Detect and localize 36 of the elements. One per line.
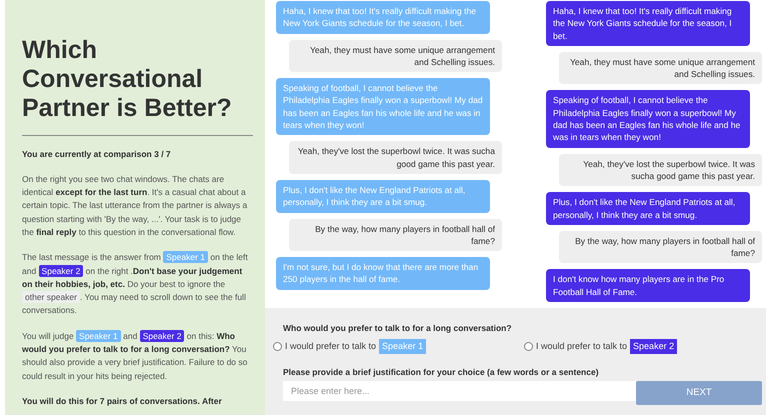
speaker-tag: Speaker 1 [76, 330, 121, 342]
page-title: Which Conversational Partner is Better? [22, 36, 233, 123]
instruction-paragraph: You will judge Speaker 1 and Speaker 2 on this: Who would you prefer to talk to for a long conversation? You should also provide a very brief justification. Failure to do so could result in your hits being rejected. [22, 330, 248, 383]
partner-message: By the way, how many players in football hall of fame? [289, 218, 502, 252]
speaker-tag: Speaker 2 [140, 330, 184, 342]
instruction-paragraph: The last message is the answer from Speaker 1 on the left and Speaker 2 on the right .Don't base your judgement on their hobbies, job, etc. Do your best to ignore the other speaker . You may need to scroll down to see the full conversations. [22, 251, 249, 318]
speaker-tag: Speaker 1 [379, 338, 426, 354]
choice-radio[interactable]: I would prefer to talk to Speaker 1 [273, 338, 524, 354]
speaker-message: Haha, I knew that too! It's really difficult making the New York Giants schedule for the season, I bet. [276, 1, 490, 34]
instruction-paragraph: On the right you see two chat windows. The chats are identical except for the last turn. It's a casual chat about a certain topic. The last utterance from the partner is always a question starting with 'By the way, ...'. Your task is to judge the final reply to this question in the conversational flow. [22, 172, 248, 239]
speaker-tag: Speaker 2 [38, 264, 84, 277]
choice-text: I would prefer to talk to [536, 340, 628, 353]
speaker-message: I don't know how many players are in the Pro Football Hall of Fame. [546, 269, 750, 302]
justification-label: Please provide a brief justification for your choice (a few words or a sentence) [283, 366, 600, 380]
choice-radio[interactable]: I would prefer to talk to Speaker 2 [524, 338, 766, 354]
partner-message: Yeah, they've lost the superbowl twice. It was sucha good game this past year. [289, 141, 502, 174]
partner-message: Yeah, they must have some unique arrangement and Schelling issues. [559, 52, 762, 84]
question-label: Who would you prefer to talk to for a long conversation? [283, 322, 513, 335]
speaker-message: Haha, I knew that too! It's really difficult making the New York Giants schedule for the season, I bet. [546, 1, 750, 46]
speaker-message: Speaking of football, I cannot believe the Philadelphia Eagles finally won a superbowl! My dad has been an Eagles fan his whole life and he was in tears when they won! [546, 90, 750, 148]
partner-message: Yeah, they must have some unique arrangement and Schelling issues. [289, 40, 502, 72]
choice-text: I would prefer to talk to [285, 340, 376, 353]
speaker-tag: Speaker 1 [163, 251, 208, 264]
progress-text: You are currently at comparison 3 / 7 [22, 148, 172, 161]
speaker-message: Speaking of football, I cannot believe the Philadelphia Eagles finally won a superbowl! My dad has been an Eagles fan his whole life and he was in tears when they won! [276, 78, 490, 136]
speaker-message: Plus, I don't like the New England Patriots at all, personally, I think they are a bit smug. [546, 192, 750, 225]
speaker-message: I'm not sure, but I do know that there are more than 250 players in the hall of fame. [276, 257, 490, 290]
speaker-message: Plus, I don't like the New England Patriots at all, personally, I think they are a bit smug. [276, 180, 490, 213]
speaker-tag: Speaker 2 [630, 338, 678, 354]
partner-message: By the way, how many players in football hall of fame? [559, 230, 762, 264]
radio-button[interactable] [273, 342, 282, 352]
speaker-tag: other speaker [22, 291, 80, 304]
partner-message: Yeah, they've lost the superbowl twice. It was sucha good game this past year. [559, 154, 762, 186]
justification-field[interactable]: Please enter here... [283, 381, 636, 402]
instruction-paragraph: You will do this for 7 pairs of conversations. After [22, 394, 223, 408]
radio-button[interactable] [524, 342, 533, 352]
